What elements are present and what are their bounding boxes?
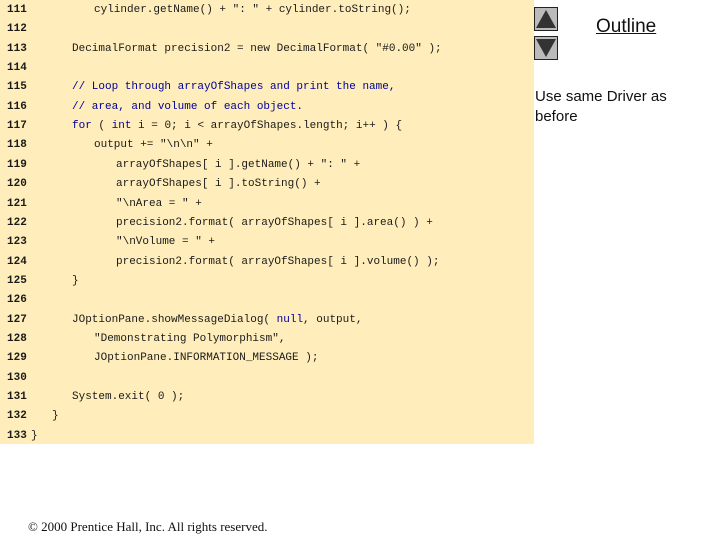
code-text: output += "\n\n" + [94,136,213,155]
code-text: System.exit( 0 ); [72,388,184,407]
code-token: } [72,274,79,287]
line-number: 120 [7,178,27,191]
code-token: JOptionPane.INFORMATION_MESSAGE ); [94,352,319,365]
code-line: 124 precision2.format( arrayOfShapes[ i ]… [0,253,534,272]
code-token: cylinder.getName() + ": " + cylinder.toS… [94,4,411,16]
line-number: 116 [7,100,27,113]
code-text: JOptionPane.INFORMATION_MESSAGE ); [94,349,318,368]
code-line: 125} [0,272,534,291]
code-token: System.exit( 0 ); [72,391,185,403]
driver-note: Use same Driver as before [535,88,667,125]
code-token: arrayOfShapes[ i ].toString() + [116,178,321,191]
previous-slide-button[interactable] [534,7,558,31]
line-number: 112 [7,23,27,36]
code-listing-panel: 111 cylinder.getName() + ": " + cylinder.… [0,0,534,444]
line-number: 118 [7,139,27,152]
line-number: 128 [7,332,27,345]
copyright-footer: © 2000 Prentice Hall, Inc. All rights re… [28,519,268,534]
triangle-up-icon [536,10,556,28]
code-line: 133} [0,427,534,446]
line-number: 126 [7,294,27,307]
code-text: for ( int i = 0; i < arrayOfShapes.lengt… [72,117,402,136]
line-number: 132 [7,410,27,423]
code-text: arrayOfShapes[ i ].getName() + ": " + [116,156,360,175]
code-line: 118 output += "\n\n" + [0,136,534,155]
code-line: 126 [0,291,534,310]
code-token: "Demonstrating Polymorphism", [94,332,286,345]
code-text: "Demonstrating Polymorphism", [94,330,285,349]
triangle-down-icon [536,39,556,57]
line-number: 129 [7,352,27,365]
code-line: 119 arrayOfShapes[ i ].getName() + ": " + [0,156,534,175]
code-text: arrayOfShapes[ i ].toString() + [116,175,321,194]
code-keyword: null [276,313,304,326]
code-token: DecimalFormat precision2 = new DecimalFo… [72,42,442,55]
line-number: 123 [7,236,27,249]
code-text: cylinder.getName() + ": " + cylinder.toS… [94,1,411,20]
code-line: 114 [0,59,534,78]
line-number: 124 [7,255,27,268]
line-number: 127 [7,313,27,326]
code-keyword: for [72,120,92,133]
code-text: "\nArea = " + [116,195,202,214]
line-number: 130 [7,371,27,384]
line-number: 125 [7,274,27,287]
line-number: 131 [7,391,27,403]
code-token: , output, [303,313,363,326]
code-token: arrayOfShapes[ i ].getName() + ": " + [116,158,361,171]
line-number: 117 [7,120,27,133]
code-token: i = 0; i < arrayOfShapes.length; i++ ) { [131,120,403,133]
code-token: ( [91,120,112,133]
code-line: 120 arrayOfShapes[ i ].toString() + [0,175,534,194]
outline-label: Outline [596,16,657,37]
code-text: DecimalFormat precision2 = new DecimalFo… [72,40,442,59]
code-line: 131 System.exit( 0 ); [0,388,534,407]
code-keyword: int [111,120,132,133]
code-text: } [72,272,79,291]
code-line: 113 DecimalFormat precision2 = new Decima… [0,40,534,59]
code-text: JOptionPane.showMessageDialog( null, out… [72,311,362,330]
line-number: 114 [7,62,27,75]
code-line: 122 precision2.format( arrayOfShapes[ i ]… [0,214,534,233]
line-number: 121 [7,197,27,210]
code-token: precision2.format( arrayOfShapes[ i ].ar… [116,216,433,229]
code-line: 123 "\nVolume = " + [0,233,534,252]
code-token: } [52,410,59,423]
code-token: JOptionPane.showMessageDialog( [72,313,277,326]
code-comment: // Loop through arrayOfShapes and print … [72,81,396,94]
code-token: "\nArea = " + [116,197,202,210]
code-token: precision2.format( arrayOfShapes[ i ].vo… [116,255,440,268]
code-line: 127 JOptionPane.showMessageDialog( null, … [0,311,534,330]
code-text: } [31,427,38,446]
line-number: 122 [7,216,27,229]
line-number: 115 [7,81,27,94]
code-text: // area, and volume of each object. [72,98,303,117]
next-slide-button[interactable] [534,36,558,60]
code-token: "\nVolume = " + [116,236,216,249]
code-token: output += "\n\n" + [94,139,213,152]
code-line: 117 for ( int i = 0; i < arrayOfShapes.le… [0,117,534,136]
code-text: precision2.format( arrayOfShapes[ i ].vo… [116,253,439,272]
code-text: "\nVolume = " + [116,233,215,252]
code-text: // Loop through arrayOfShapes and print … [72,78,395,97]
code-text: precision2.format( arrayOfShapes[ i ].ar… [116,214,433,233]
code-comment: // area, and volume of each object. [72,100,304,113]
code-line: 132} [0,407,534,426]
code-line: 111 cylinder.getName() + ": " + cylinder.… [0,1,534,20]
code-line: 128 "Demonstrating Polymorphism", [0,330,534,349]
code-line: 116 // area, and volume of each object. [0,98,534,117]
line-number: 111 [7,4,27,16]
code-line: 129 JOptionPane.INFORMATION_MESSAGE ); [0,349,534,368]
line-number: 113 [7,42,27,55]
line-number: 119 [7,158,27,171]
code-token: } [31,429,38,442]
code-line: 130 [0,369,534,388]
code-text: } [52,407,59,426]
code-line: 121 "\nArea = " + [0,195,534,214]
code-line: 112 [0,20,534,39]
code-line: 115 // Loop through arrayOfShapes and pri… [0,78,534,97]
